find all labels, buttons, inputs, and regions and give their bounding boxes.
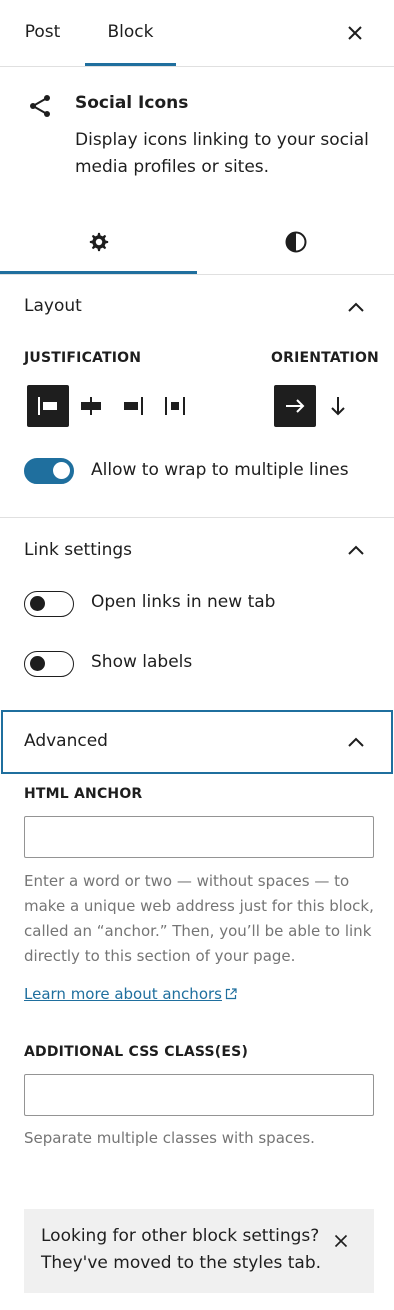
chevron-up-icon[interactable] <box>348 302 364 312</box>
layout-divider <box>0 517 394 518</box>
block-title: Social Icons <box>75 93 189 113</box>
chevron-up-icon <box>348 737 364 747</box>
justify-space-between-button[interactable] <box>154 385 196 427</box>
gear-icon <box>89 232 108 252</box>
notice-text: Looking for other block settings? They'v… <box>41 1226 322 1273</box>
toggle-knob <box>30 656 45 671</box>
tab-post[interactable]: Post <box>0 0 85 66</box>
css-class-label: ADDITIONAL CSS CLASS(ES) <box>24 1044 249 1060</box>
html-anchor-help: Enter a word or two — without spaces — t… <box>24 872 374 965</box>
justification-label: JUSTIFICATION <box>24 350 142 366</box>
external-link-icon <box>225 988 237 1000</box>
tab-settings[interactable] <box>0 210 197 274</box>
close-button[interactable] <box>340 18 370 48</box>
advanced-panel-title: Advanced <box>24 731 108 751</box>
share-icon <box>28 93 54 123</box>
justify-right-button[interactable] <box>112 385 154 427</box>
arrow-down-icon <box>331 397 345 416</box>
contrast-icon <box>285 231 306 253</box>
tab-styles[interactable] <box>197 210 394 274</box>
css-class-help: Separate multiple classes with spaces. <box>24 1129 315 1147</box>
html-anchor-input[interactable] <box>24 816 374 858</box>
show-labels-toggle-label: Show labels <box>91 652 193 672</box>
styles-moved-notice: Looking for other block settings? They'v… <box>24 1209 374 1293</box>
new-tab-toggle-label: Open links in new tab <box>91 592 276 612</box>
justify-right-icon <box>124 397 143 415</box>
css-class-input[interactable] <box>24 1074 374 1116</box>
block-description: Display icons linking to your social med… <box>75 130 369 177</box>
header-divider <box>0 66 394 67</box>
chevron-up-icon[interactable] <box>348 545 364 555</box>
justify-center-button[interactable] <box>70 385 112 427</box>
learn-more-anchors-text: Learn more about anchors <box>24 985 222 1003</box>
close-icon <box>334 1234 348 1248</box>
learn-more-anchors-link[interactable]: Learn more about anchors <box>24 985 237 1003</box>
wrap-toggle-label: Allow to wrap to multiple lines <box>91 460 349 480</box>
orientation-label: ORIENTATION <box>271 350 379 366</box>
notice-dismiss-button[interactable] <box>330 1230 352 1252</box>
justify-left-button[interactable] <box>27 385 69 427</box>
advanced-panel-header[interactable]: Advanced <box>1 710 393 774</box>
new-tab-toggle[interactable] <box>24 591 74 617</box>
layout-panel-title[interactable]: Layout <box>24 296 82 316</box>
toggle-knob <box>53 462 70 479</box>
html-anchor-label: HTML ANCHOR <box>24 786 143 802</box>
tabs-divider <box>0 274 394 275</box>
justify-space-between-icon <box>165 397 185 415</box>
tab-block[interactable]: Block <box>85 0 176 66</box>
show-labels-toggle[interactable] <box>24 651 74 677</box>
wrap-toggle[interactable] <box>24 458 74 484</box>
orientation-vertical-button[interactable] <box>317 385 359 427</box>
arrow-right-icon <box>286 399 305 413</box>
justify-left-icon <box>38 397 57 415</box>
justify-center-icon <box>81 397 101 415</box>
link-settings-panel-title[interactable]: Link settings <box>24 540 132 560</box>
close-icon <box>348 26 362 40</box>
toggle-knob <box>30 596 45 611</box>
orientation-horizontal-button[interactable] <box>274 385 316 427</box>
